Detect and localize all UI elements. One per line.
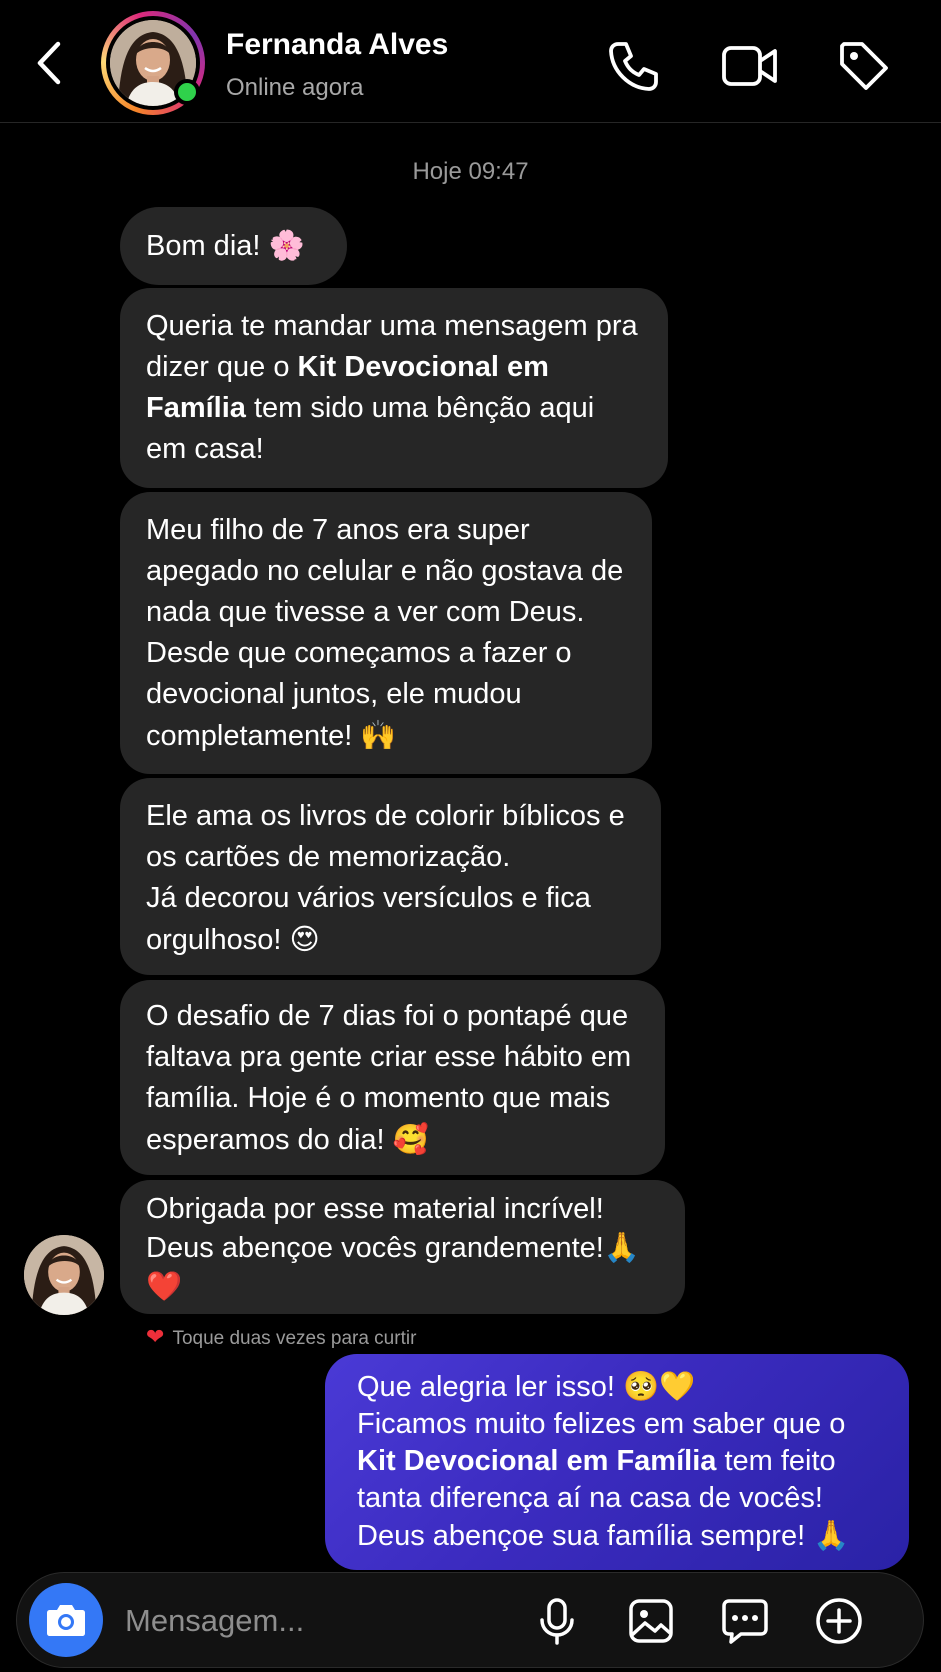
video-icon[interactable] (720, 36, 780, 96)
raised-hands-emoji: 🙌 (360, 718, 397, 752)
chat-screen: Fernanda Alves Online agora Hoje 09:47 B… (0, 0, 941, 1672)
online-indicator (174, 79, 200, 105)
add-icon[interactable] (813, 1595, 865, 1647)
heart-icon: ❤ (146, 1324, 165, 1349)
flower-emoji: 🌸 (268, 228, 305, 262)
product-name: Kit Devocional em Família (357, 1445, 717, 1477)
outgoing-message-bubble[interactable]: Que alegria ler isso! 🥺💛 Ficamos muito f… (325, 1354, 909, 1570)
message-bubble[interactable]: Obrigada por esse material incrível! Deu… (120, 1180, 685, 1314)
heart-eyes-emoji: 😍 (289, 922, 320, 956)
message-composer (16, 1572, 924, 1668)
like-hint: ❤ Toque duas vezes para curtir (146, 1324, 417, 1349)
message-bubble[interactable]: Ele ama os livros de colorir bíblicos e … (120, 778, 661, 975)
smiling-hearts-emoji: 🥰 (392, 1122, 429, 1156)
microphone-icon[interactable] (531, 1595, 583, 1647)
praying-hands-emoji: 🙏 (603, 1230, 640, 1264)
camera-button[interactable] (29, 1583, 103, 1657)
contact-name[interactable]: Fernanda Alves (226, 28, 448, 62)
praying-hands-emoji: 🙏 (813, 1518, 850, 1552)
chat-header: Fernanda Alves Online agora (0, 0, 941, 123)
message-input[interactable] (123, 1597, 527, 1645)
conversation-timestamp: Hoje 09:47 (412, 158, 529, 185)
red-heart-emoji: ❤️ (146, 1269, 183, 1303)
message-bubble[interactable]: O desafio de 7 dias foi o pontapé que fa… (120, 980, 665, 1175)
contact-status: Online agora (226, 74, 364, 101)
phone-icon[interactable] (604, 36, 664, 96)
sender-avatar[interactable] (24, 1235, 104, 1315)
message-bubble[interactable]: Meu filho de 7 anos era super apegado no… (120, 492, 652, 774)
message-bubble[interactable]: Queria te mandar uma mensagem pra dizer … (120, 288, 668, 488)
sticker-icon[interactable] (719, 1595, 771, 1647)
pleading-heart-emoji: 🥺💛 (622, 1369, 696, 1403)
tag-icon[interactable] (834, 36, 894, 96)
back-icon[interactable] (30, 38, 70, 88)
camera-icon (47, 1605, 85, 1636)
gallery-icon[interactable] (625, 1595, 677, 1647)
message-bubble[interactable]: Bom dia! 🌸 (120, 207, 347, 285)
